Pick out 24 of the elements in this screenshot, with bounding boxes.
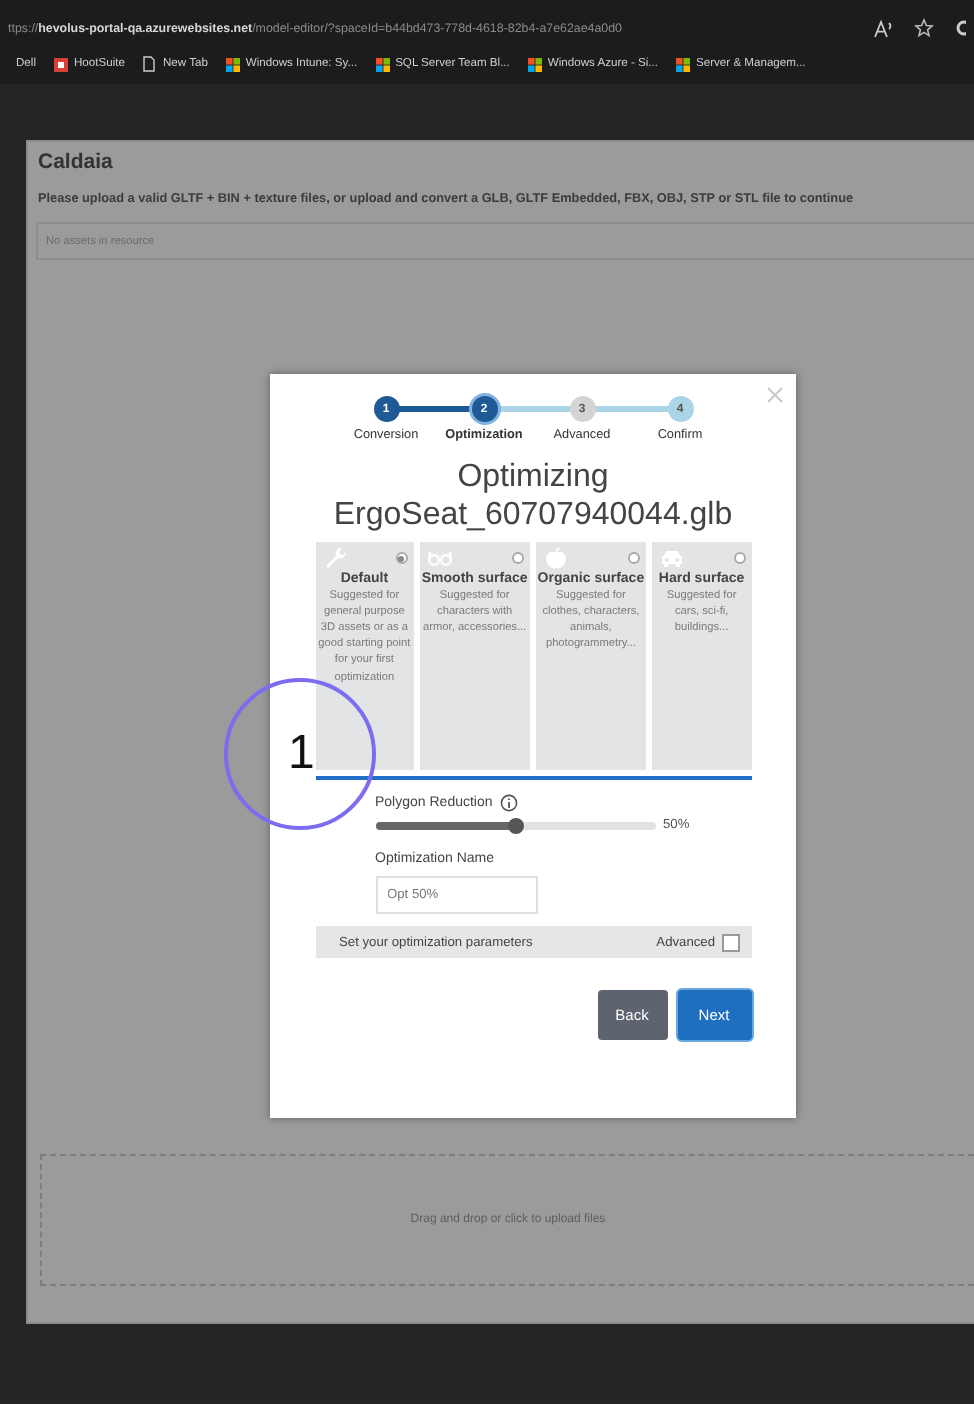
windows-logo-icon: [527, 57, 542, 71]
windows-logo-icon: [676, 57, 691, 71]
read-aloud-icon[interactable]: [874, 19, 894, 37]
wrench-icon: [323, 546, 347, 570]
page-icon: [142, 56, 157, 72]
file-name: ErgoSeat_60707940044.glb: [333, 498, 733, 534]
preset-radio[interactable]: [511, 552, 524, 564]
preset-radio[interactable]: [628, 552, 641, 564]
apple-icon: [543, 546, 568, 570]
advanced-checkbox[interactable]: [721, 933, 739, 951]
glasses-icon: [427, 546, 452, 570]
polygon-reduction-slider[interactable]: [375, 821, 655, 829]
preset-radio[interactable]: [733, 552, 745, 564]
car-icon: [660, 546, 685, 570]
annotation-number: 1: [288, 730, 315, 778]
slider-thumb[interactable]: [507, 817, 523, 833]
bookmark-icon: [54, 57, 68, 71]
preset-radio[interactable]: [395, 552, 408, 564]
windows-logo-icon: [375, 57, 390, 71]
star-icon[interactable]: [914, 18, 934, 38]
info-icon[interactable]: [500, 794, 519, 812]
dialog-title: Optimizing: [457, 460, 609, 496]
windows-logo-icon: [225, 57, 240, 71]
page-title: Caldaia: [38, 148, 115, 174]
